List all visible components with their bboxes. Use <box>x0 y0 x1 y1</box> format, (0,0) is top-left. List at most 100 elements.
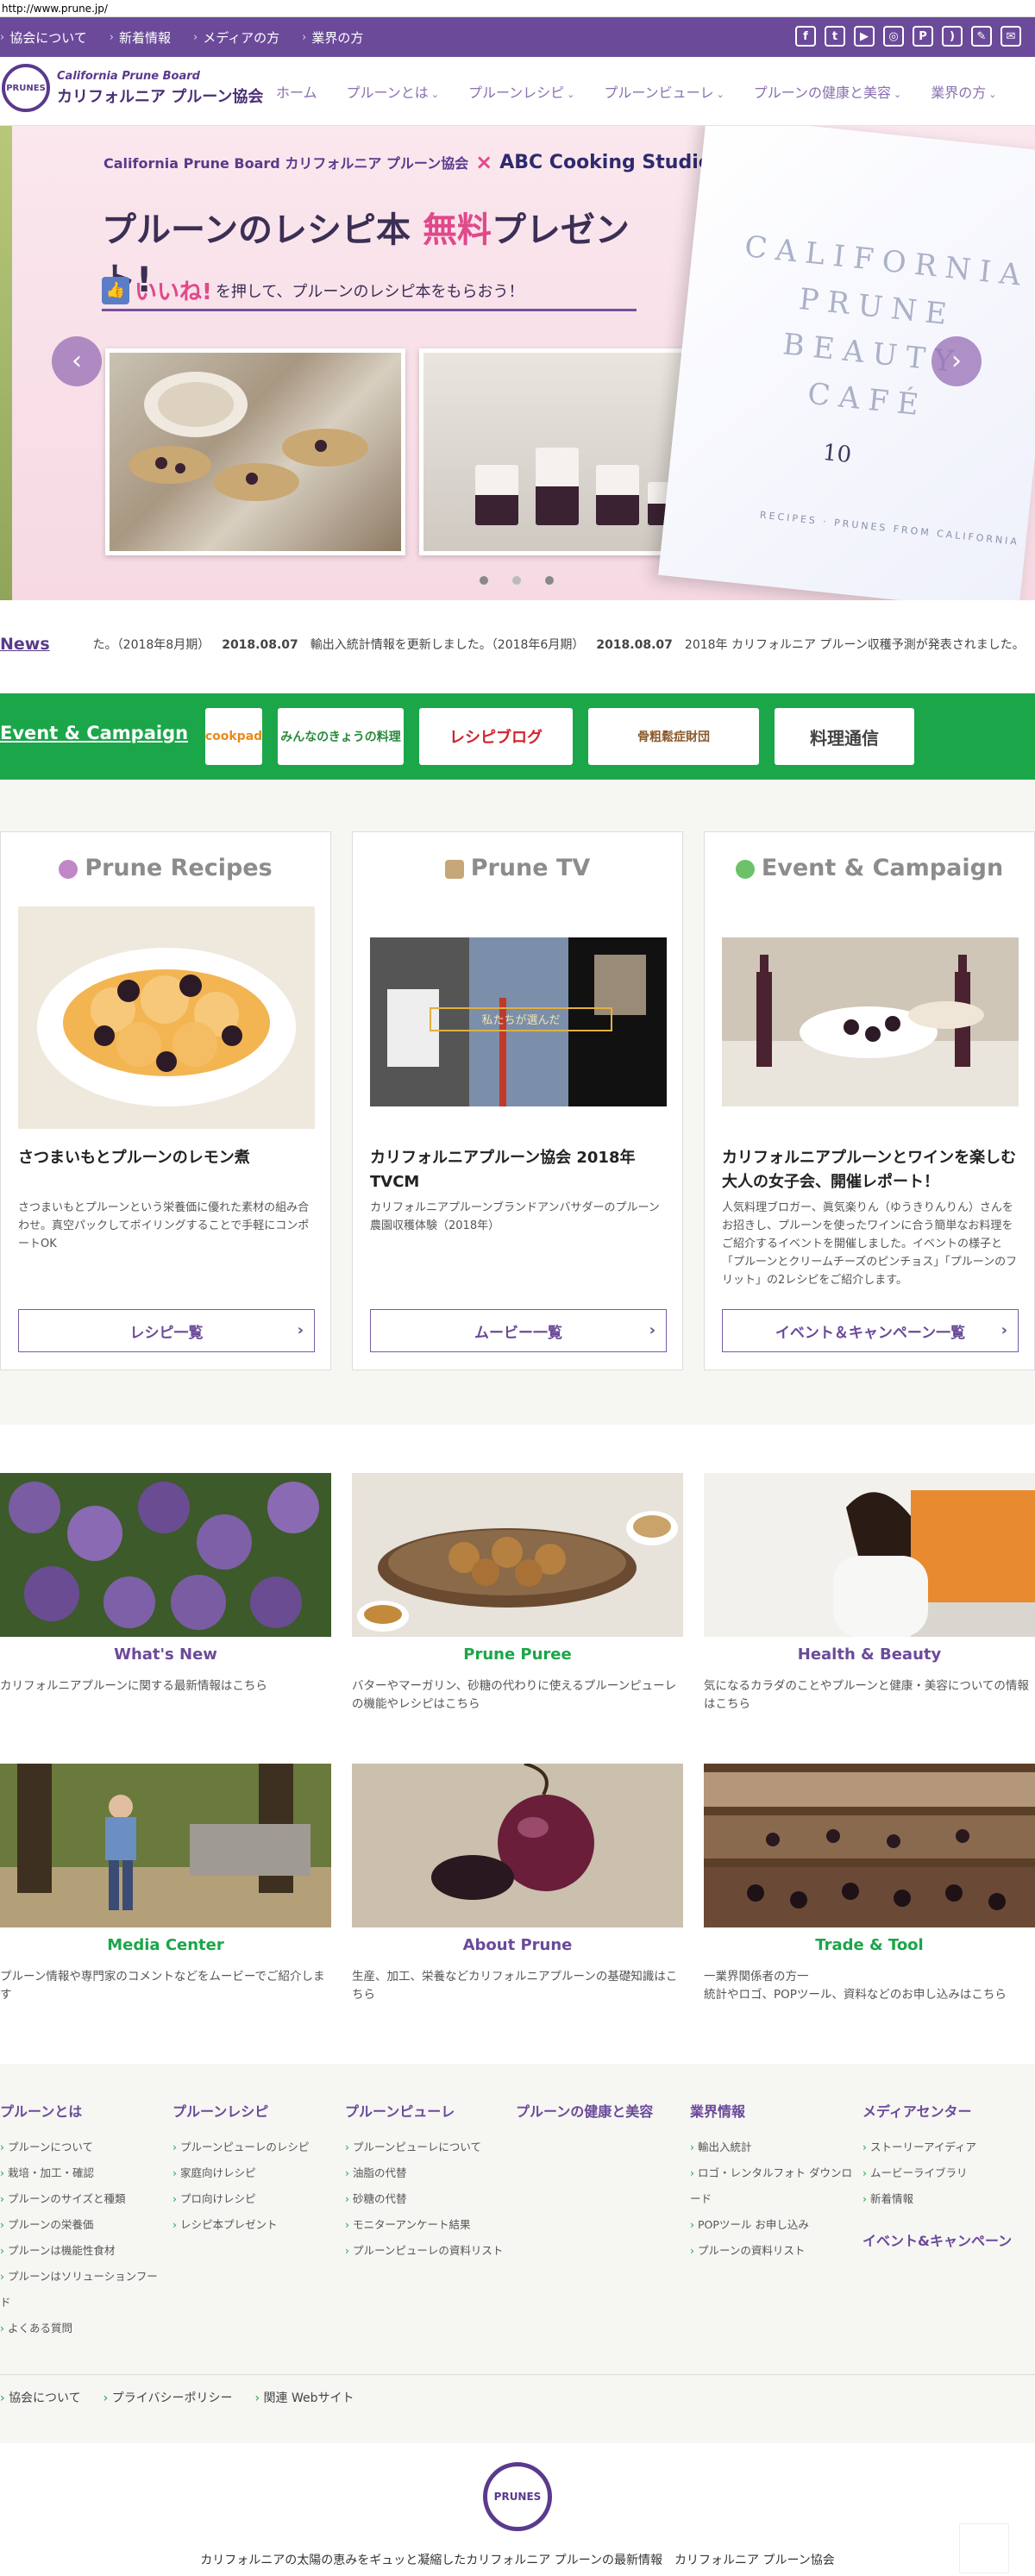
youtube-icon[interactable]: ▶ <box>854 26 875 47</box>
sitemap-link[interactable]: よくある質問 <box>0 2316 164 2341</box>
sitemap-link[interactable]: プルーンピューレの資料リスト <box>345 2238 509 2264</box>
card-image[interactable] <box>722 937 1019 1106</box>
sitemap-link[interactable]: プルーンの資料リスト <box>690 2238 854 2264</box>
footer-link-about[interactable]: 協会について <box>0 2389 81 2406</box>
carousel-next-button[interactable]: › <box>932 336 982 386</box>
nav-item-about-prune[interactable]: プルーンとは ⌄ <box>347 81 439 102</box>
sitemap-column: プルーンとは プルーンについて 栽培・加工・確認 プルーンのサイズと種類 プルー… <box>0 2100 164 2341</box>
back-to-top-button[interactable] <box>959 2523 1009 2573</box>
tile-media-center[interactable]: Media Center プルーン情報や専門家のコメントなどをムービーでご紹介し… <box>0 1764 331 2004</box>
footer-logo[interactable]: PRUNES <box>483 2462 552 2531</box>
chevron-right-icon: › <box>1000 1321 1007 1339</box>
footer-links: 協会について プライバシーポリシー 関連 Webサイト <box>0 2389 354 2406</box>
sitemap-link[interactable]: モニターアンケート結果 <box>345 2212 509 2238</box>
sitemap-link[interactable]: プロ向けレシピ <box>172 2186 336 2212</box>
site-logo[interactable]: PRUNES California Prune Board カリフォルニア プル… <box>2 64 263 112</box>
carousel-dot[interactable] <box>480 576 488 585</box>
facebook-icon[interactable]: f <box>795 26 816 47</box>
sitemap-link[interactable]: 新着情報 <box>862 2186 1026 2212</box>
sitemap-link[interactable]: POPツール お申し込み <box>690 2212 854 2238</box>
nav-label: 業界の方 <box>931 85 987 101</box>
sitemap-heading[interactable]: プルーンの健康と美容 <box>516 2100 680 2121</box>
news-text: た。（2018年8月期） <box>92 638 210 652</box>
news-text: 輸出入統計情報を更新しました。（2018年6月期） <box>310 638 585 652</box>
event-campaign-link[interactable]: Event & Campaign <box>0 723 188 743</box>
topnav-item-news[interactable]: › 新着情報 <box>110 28 171 47</box>
sitemap-link[interactable]: 輸出入統計 <box>690 2134 854 2160</box>
pencil-icon[interactable]: ✎ <box>971 26 992 47</box>
tile-health-beauty[interactable]: Health & Beauty 気になるカラダのことやプルーンと健康・美容につい… <box>704 1473 1035 1714</box>
news-item[interactable]: た。（2018年8月期） <box>69 636 210 653</box>
pinterest-icon[interactable]: P <box>913 26 933 47</box>
sitemap-link[interactable]: プルーンについて <box>0 2134 164 2160</box>
sitemap-heading[interactable]: 業界情報 <box>690 2100 854 2121</box>
sitemap-link[interactable]: ストーリーアイディア <box>862 2134 1026 2160</box>
news-item[interactable]: 2018.08.07 2018年 カリフォルニア プルーン収穫予測が発表されました… <box>584 636 1024 653</box>
sitemap-heading[interactable]: メディアセンター <box>862 2100 1026 2121</box>
sitemap-link[interactable]: プルーンは機能性食材 <box>0 2238 164 2264</box>
sitemap-heading-events[interactable]: イベント&キャンペーン <box>862 2229 1026 2250</box>
footer-link-privacy[interactable]: プライバシーポリシー <box>104 2389 233 2406</box>
nav-item-health[interactable]: プルーンの健康と美容 ⌄ <box>754 81 901 102</box>
sitemap-link[interactable]: 栽培・加工・確認 <box>0 2160 164 2186</box>
recipe-icon <box>59 859 78 879</box>
sitemap-link[interactable]: レシピ本プレゼント <box>172 2212 336 2238</box>
thumbs-up-icon: 👍 <box>102 276 129 304</box>
nav-item-industry[interactable]: 業界の方 ⌄ <box>931 81 996 102</box>
partner-recipe-blog[interactable]: レシピブログ <box>419 708 573 765</box>
card-title[interactable]: カリフォルニアプルーンとワインを楽しむ大人の女子会、開催レポート！ <box>722 1146 1019 1194</box>
sitemap-link[interactable]: ムービーライブラリ <box>862 2160 1026 2186</box>
sitemap-link[interactable]: プルーンのサイズと種類 <box>0 2186 164 2212</box>
tile-about-prune[interactable]: About Prune 生産、加工、栄養などカリフォルニアプルーンの基礎知識はこ… <box>352 1762 683 2004</box>
card-description: さつまいもとプルーンという栄養価に優れた素材の組み合わせ。真空パックしてボイリン… <box>18 1201 310 1250</box>
sitemap-link[interactable]: ロゴ・レンタルフォト ダウンロード <box>690 2160 854 2212</box>
partner-ryouri-tsushin[interactable]: 料理通信 <box>775 708 914 765</box>
sitemap-link[interactable]: プルーンの栄養価 <box>0 2212 164 2238</box>
tile-title: What's New <box>114 1645 217 1664</box>
sitemap-link[interactable]: プルーンピューレについて <box>345 2134 509 2160</box>
puree-cookies-photo <box>352 1473 683 1637</box>
tile-whats-new[interactable]: What's New カリフォルニアプルーンに関する最新情報はこちら <box>0 1473 331 1695</box>
topnav-item-industry[interactable]: › 業界の方 <box>302 28 363 47</box>
nav-item-home[interactable]: ホーム <box>276 81 317 102</box>
sitemap-heading[interactable]: プルーンレシピ <box>172 2100 336 2121</box>
sitemap-link[interactable]: 油脂の代替 <box>345 2160 509 2186</box>
nav-item-puree[interactable]: プルーンビューレ ⌄ <box>604 81 724 102</box>
partner-osteoporosis-foundation[interactable]: 骨粗鬆症財団 <box>588 708 759 765</box>
tile-prune-puree[interactable]: Prune Puree バターやマーガリン、砂糖の代わりに使えるプルーンピューレ… <box>352 1473 683 1714</box>
instagram-icon[interactable]: ◎ <box>883 26 904 47</box>
address-bar[interactable]: http://www.prune.jp/ <box>0 0 1035 17</box>
card-title[interactable]: さつまいもとプルーンのレモン煮 <box>18 1146 315 1170</box>
hero-photo-crostini <box>105 348 405 555</box>
carousel-prev-button[interactable]: ‹ <box>52 336 102 386</box>
card-title[interactable]: カリフォルニアプルーン協会 2018年TVCM <box>370 1146 667 1194</box>
card-image[interactable] <box>18 906 315 1129</box>
mail-icon[interactable]: ✉ <box>1000 26 1021 47</box>
card-video-thumbnail[interactable]: 私たちが選んだ <box>370 937 667 1106</box>
hero-carousel[interactable]: California Prune Board カリフォルニア プルーン協会 × … <box>0 126 1035 600</box>
sitemap-link[interactable]: 砂糖の代替 <box>345 2186 509 2212</box>
topnav-item-media[interactable]: › メディアの方 <box>193 28 279 47</box>
sitemap-link[interactable]: プルーンはソリューションフード <box>0 2264 164 2316</box>
news-label[interactable]: News <box>0 635 50 654</box>
news-item[interactable]: 2018 <box>1025 637 1035 651</box>
tile-trade-tool[interactable]: Trade & Tool 一業界関係者の方一 統計やロゴ、POPツール、資料など… <box>704 1764 1035 2004</box>
news-item[interactable]: 2018.08.07 輸出入統計情報を更新しました。（2018年6月期） <box>210 636 584 653</box>
recipe-list-button[interactable]: レシピ一覧 › <box>18 1309 315 1352</box>
partner-kyounoryouri[interactable]: みんなのきょうの料理 <box>278 708 404 765</box>
sitemap-link[interactable]: 家庭向けレシピ <box>172 2160 336 2186</box>
card-description: 人気料理ブロガー、眞気楽りん（ゆうきりんりん）さんをお招きし、プルーンを使ったワ… <box>722 1201 1018 1287</box>
carousel-dot[interactable] <box>545 576 554 585</box>
sitemap-link[interactable]: プルーンピューレのレシピ <box>172 2134 336 2160</box>
topnav-item-about[interactable]: › 協会について <box>0 28 87 47</box>
rss-icon[interactable]: ) <box>942 26 963 47</box>
nav-item-recipes[interactable]: プルーンレシピ ⌄ <box>468 81 574 102</box>
footer-link-related[interactable]: 関連 Webサイト <box>254 2389 354 2406</box>
partner-cookpad[interactable]: cookpad <box>205 708 262 765</box>
twitter-icon[interactable]: t <box>825 26 845 47</box>
event-list-button[interactable]: イベント＆キャンペーン一覧 › <box>722 1309 1019 1352</box>
sitemap-heading[interactable]: プルーンとは <box>0 2100 164 2121</box>
carousel-dot-active[interactable] <box>512 576 521 585</box>
sitemap-heading[interactable]: プルーンピューレ <box>345 2100 509 2121</box>
movie-list-button[interactable]: ムービー一覧 › <box>370 1309 667 1352</box>
